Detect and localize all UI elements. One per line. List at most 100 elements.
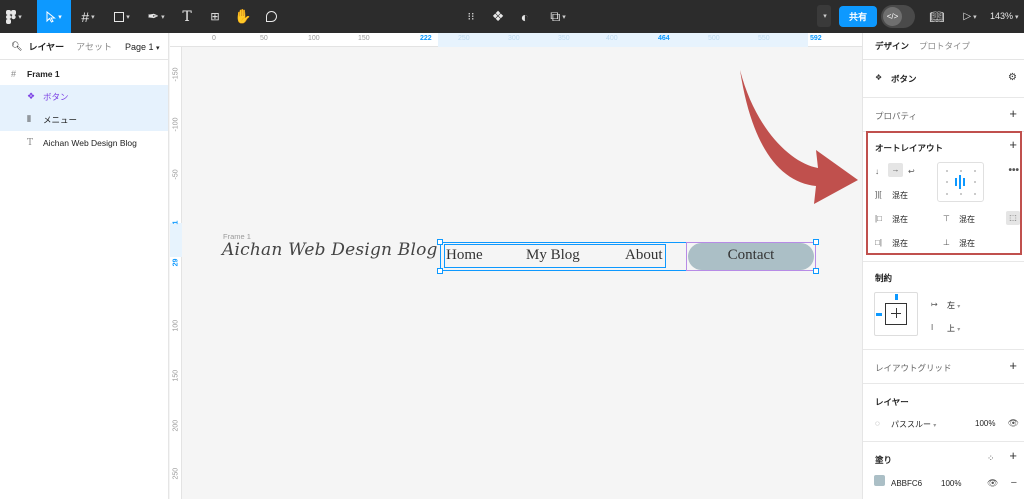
mask-button[interactable]: ◐ [516, 0, 534, 33]
ruler-tick: 200 [172, 419, 180, 432]
contact-button-label[interactable]: Contact [688, 247, 814, 264]
ruler-tick: 550 [758, 35, 770, 42]
menu-item-home[interactable]: Home [446, 247, 483, 264]
eye-icon[interactable]: 👁︎ [1008, 418, 1019, 429]
ruler-tick: 0 [212, 35, 216, 42]
menu-item-about[interactable]: About [625, 247, 663, 264]
tab-layers[interactable]: レイヤー [28, 40, 64, 53]
comment-icon [265, 11, 277, 22]
grid-button[interactable]: ⁝⁝ [462, 0, 480, 33]
pen-tool-button[interactable]: ✒ ▾ [139, 0, 173, 33]
annotation-arrow-icon [740, 70, 858, 204]
top-toolbar: ▾ ▾ # ▾ ▾ ✒ ▾ T ⊞ ✋ ⁝⁝ ❖ ◐ ⧉ ▾ ▾ 共有 </> 📖︎ … [0, 0, 1024, 33]
text-icon: T [27, 137, 34, 148]
grid-icon: ⁝⁝ [467, 11, 475, 23]
constraints-widget[interactable] [874, 292, 918, 336]
library-button[interactable]: 📖︎ [928, 0, 946, 33]
blog-title-text[interactable]: Aichan Web Design Blog [222, 240, 438, 260]
layer-menu[interactable]: ⦀ メニュー [0, 108, 168, 131]
layer-frame-1[interactable]: # Frame 1 [0, 62, 168, 85]
layer-section: レイヤー ◌ パススルー ▾ 100% 👁︎ [863, 384, 1024, 442]
tab-prototype[interactable]: プロトタイプ [919, 40, 970, 52]
layer-label: Aichan Web Design Blog [43, 137, 137, 148]
blend-mode-dropdown[interactable]: パススルー ▾ [891, 419, 936, 430]
ruler-tick: 29 [172, 258, 180, 267]
boolean-button[interactable]: ⧉ ▾ [543, 0, 573, 33]
ruler-selection-mid: 464 [658, 35, 670, 42]
vertical-constraint-value: 上 [947, 324, 955, 333]
comment-tool-button[interactable] [257, 0, 285, 33]
properties-label: プロパティ [875, 111, 917, 121]
tab-design[interactable]: デザイン [875, 40, 909, 52]
constraint-left-marker[interactable] [876, 313, 882, 316]
play-icon: ▷ [963, 11, 972, 22]
constraints-section: 制約 ↦ 左 ▾ I 上 ▾ [863, 262, 1024, 350]
ruler-tick: 400 [606, 35, 618, 42]
rectangle-icon [114, 11, 125, 22]
share-button[interactable]: 共有 [839, 6, 877, 27]
fill-section: 塗り ⁘ + ABBFC6 100% 👁︎ − [863, 442, 1024, 499]
hand-tool-button[interactable]: ✋ [229, 0, 257, 33]
constraint-top-marker[interactable] [895, 294, 898, 300]
resize-handle-top-right[interactable] [813, 239, 819, 245]
remove-fill-icon[interactable]: − [1011, 477, 1017, 489]
layout-grid-section: レイアウトグリッド + [863, 350, 1024, 384]
component-button[interactable]: ❖ [489, 0, 507, 33]
left-panel-tabs: 🔍︎ レイヤー アセット Page 1 ▾ [0, 33, 168, 60]
ruler-tick: 150 [172, 369, 180, 382]
dev-mode-toggle[interactable]: </> [881, 5, 915, 28]
menu-item-my-blog[interactable]: My Blog [526, 247, 580, 264]
properties-panel: デザイン プロトタイプ ❖ ボタン ⚙ プロパティ + オートレイアウト + ↓… [862, 33, 1024, 499]
ruler-tick: 350 [558, 35, 570, 42]
main-menu-button[interactable]: ▾ [0, 0, 28, 33]
layer-opacity[interactable]: 100% [975, 419, 995, 428]
move-tool-button[interactable]: ▾ [37, 0, 71, 33]
frame-icon: # [81, 8, 90, 25]
ruler-tick: -100 [172, 117, 180, 132]
vertical-constraint-icon: I [931, 323, 934, 332]
figma-logo-icon [6, 9, 17, 24]
text-icon: T [182, 8, 192, 25]
zoom-value: 143% [990, 11, 1014, 21]
search-icon[interactable]: 🔍︎ [11, 41, 22, 52]
ruler-selection-end: 592 [810, 35, 822, 42]
ruler-tick: -150 [172, 67, 180, 82]
multiplayer-dropdown[interactable]: ▾ [817, 5, 831, 27]
add-property-button[interactable]: + [1009, 106, 1017, 121]
resize-handle-bottom-left[interactable] [437, 268, 443, 274]
add-fill-button[interactable]: + [1009, 448, 1017, 463]
eye-icon[interactable]: 👁︎ [987, 478, 998, 489]
layer-label: Frame 1 [27, 68, 60, 79]
resize-handle-bottom-right[interactable] [813, 268, 819, 274]
layer-blog-title[interactable]: T Aichan Web Design Blog [0, 131, 168, 154]
fill-color-swatch[interactable] [874, 475, 885, 486]
horizontal-constraint-dropdown[interactable]: 左 ▾ [947, 300, 960, 311]
blend-mode-value: パススルー [891, 420, 931, 429]
resources-button[interactable]: ⊞ [201, 0, 229, 33]
fill-opacity[interactable]: 100% [941, 479, 961, 488]
present-button[interactable]: ▷ ▾ [958, 0, 982, 33]
blend-mode-icon: ◌ [875, 419, 880, 428]
layer-title: レイヤー [875, 397, 909, 407]
adjust-icon[interactable]: ⚙ [1008, 72, 1017, 83]
page-label: Page 1 [125, 42, 154, 52]
component-icon: ❖ [27, 91, 36, 101]
layer-button[interactable]: ❖ ボタン [0, 85, 168, 108]
page-selector[interactable]: Page 1 ▾ [125, 42, 160, 52]
frame-tool-button[interactable]: # ▾ [71, 0, 105, 33]
styles-icon[interactable]: ⁘ [987, 453, 995, 464]
vertical-constraint-dropdown[interactable]: 上 ▾ [947, 323, 960, 334]
shape-tool-button[interactable]: ▾ [105, 0, 139, 33]
layer-label: ボタン [43, 91, 69, 102]
text-tool-button[interactable]: T [173, 0, 201, 33]
selection-header: ❖ ボタン ⚙ [863, 60, 1024, 98]
tab-assets[interactable]: アセット [76, 40, 112, 53]
ruler-tick: 1 [172, 220, 180, 225]
resize-handle-top-left[interactable] [437, 239, 443, 245]
fill-hex[interactable]: ABBFC6 [891, 479, 922, 488]
horizontal-ruler: 0 50 100 150 222 250 300 350 400 464 500… [170, 33, 862, 47]
horizontal-constraint-value: 左 [947, 301, 955, 310]
ruler-tick: 50 [260, 35, 268, 42]
add-layout-grid-button[interactable]: + [1009, 358, 1017, 373]
zoom-dropdown[interactable]: 143% ▾ [990, 11, 1019, 21]
